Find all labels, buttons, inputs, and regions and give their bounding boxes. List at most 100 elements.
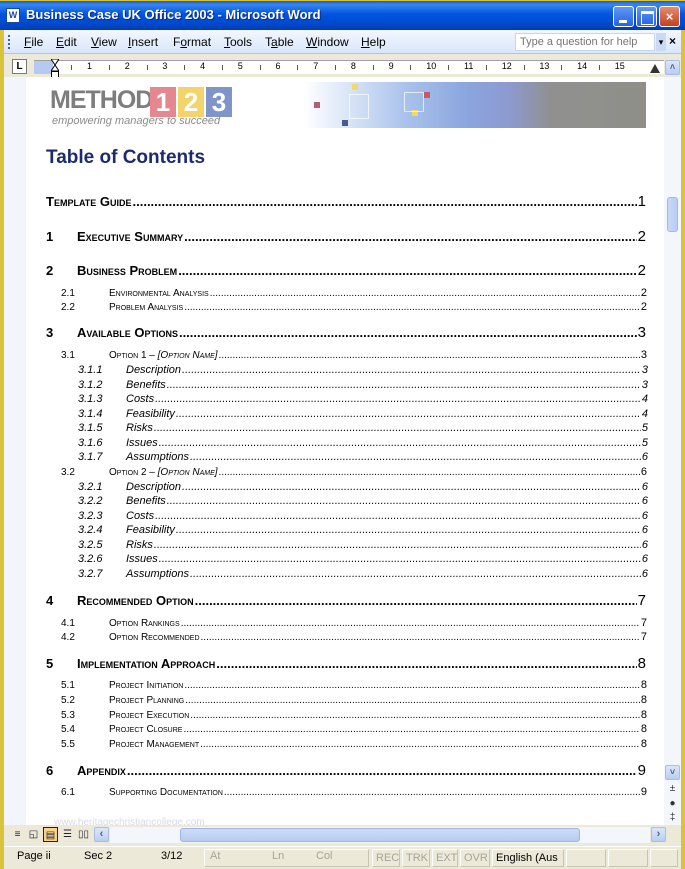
toc-entry[interactable]: 3.1.5 Risks 5 (78, 422, 648, 434)
indent-markers-icon[interactable] (51, 59, 59, 79)
minimize-button[interactable] (613, 6, 634, 27)
toc-entry[interactable]: 5.2 Project Planning 8 (61, 694, 647, 706)
toc-entry-label: Project Management (109, 739, 199, 750)
vertical-scroll-thumb[interactable] (667, 197, 678, 232)
toc-dot-leader (159, 553, 641, 565)
scroll-down-button[interactable]: ˅ (665, 765, 680, 780)
toc-entry[interactable]: 3.2 Option 2 – [Option Name] 6 (61, 466, 647, 478)
toc-entry[interactable]: 3.2.1 Description 6 (78, 481, 648, 493)
tab-selector-button[interactable]: L (12, 59, 27, 74)
toc-entry[interactable]: 3.1.4 Feasibility 4 (78, 408, 648, 420)
maximize-button[interactable] (636, 6, 657, 27)
toc-entry[interactable]: 3.2.4 Feasibility 6 (78, 524, 648, 536)
ruler-number: 6 (275, 61, 281, 71)
right-indent-marker-icon[interactable] (650, 64, 660, 73)
vertical-scrollbar[interactable]: ˄ ˅ ± ● ‡ (664, 60, 681, 826)
toc-entry-label-text: Costs (126, 510, 155, 522)
toc-entry[interactable]: 6 Appendix 9 (46, 762, 646, 779)
horizontal-ruler[interactable]: 1 2 3 4 5 6 7 8 9 10 11 12 13 14 15 (34, 59, 664, 78)
toc-entry[interactable]: 3.1.6 Issues 5 (78, 437, 648, 449)
toc-entry[interactable]: 3.2.3 Costs 6 (78, 510, 648, 522)
toc-entry[interactable]: 3.2.2 Benefits 6 (78, 495, 648, 507)
help-dropdown-arrow-icon[interactable]: ▾ (656, 33, 666, 51)
horizontal-scroll-track[interactable] (110, 827, 650, 843)
status-ovr[interactable]: OVR (460, 849, 490, 867)
scroll-left-button[interactable]: ‹ (94, 827, 109, 842)
scroll-right-button[interactable]: › (651, 827, 666, 842)
toc-entry[interactable]: 3 Available Options 3 (46, 324, 646, 341)
toc-entry[interactable]: Template Guide 1 (46, 193, 646, 210)
ruler-tick (259, 65, 261, 70)
help-search-input[interactable] (515, 33, 655, 51)
toc-entry[interactable]: 3.1.7 Assumptions 6 (78, 451, 648, 463)
menu-tools[interactable]: Tools (224, 35, 252, 49)
toc-entry[interactable]: 5.3 Project Execution 8 (61, 709, 647, 721)
menu-file[interactable]: File (24, 35, 43, 49)
title-bar[interactable]: W Business Case UK Office 2003 - Microso… (0, 0, 685, 30)
select-browse-object-icon[interactable]: ● (667, 798, 678, 812)
toc-entry[interactable]: 3.1.3 Costs 4 (78, 393, 648, 405)
toc-entry[interactable]: 2 Business Problem 2 (46, 262, 646, 279)
menu-format[interactable]: Format (173, 35, 211, 49)
toc-entry-label-text: Problem Analysis (109, 302, 184, 313)
document-area[interactable]: METHOD 1 2 3 empowering managers to succ… (4, 77, 664, 828)
menu-help[interactable]: Help (361, 35, 386, 49)
normal-view-icon: ≡ (14, 829, 21, 840)
toc-entry-label-text: Feasibility (126, 408, 175, 420)
toc-dot-leader (154, 422, 641, 434)
toc-entry[interactable]: 3.1.2 Benefits 3 (78, 379, 648, 391)
close-button[interactable]: × (659, 6, 680, 27)
toc-entry-number: 3.2.4 (78, 524, 103, 536)
menu-edit[interactable]: Edit (56, 35, 77, 49)
toc-entry-number: 2 (46, 263, 54, 278)
toc-entry-label-text: Project Closure (109, 724, 183, 735)
status-trk[interactable]: TRK (402, 849, 430, 867)
toc-dot-leader (210, 288, 640, 299)
scroll-up-button[interactable]: ˄ (665, 60, 680, 75)
toc-entry[interactable]: 6.1 Supporting Documentation 9 (61, 786, 647, 798)
toc-entry-label-text: Environmental Analysis (109, 288, 209, 299)
close-document-button[interactable]: × (669, 34, 676, 48)
normal-view-button[interactable]: ≡ (10, 827, 25, 842)
previous-page-icon[interactable]: ± (667, 783, 678, 797)
toc-entry[interactable]: 5 Implementation Approach 8 (46, 655, 646, 672)
ruler-number: 9 (388, 61, 394, 71)
toc-entry-label-text: Project Planning (109, 695, 185, 706)
resize-grip-icon[interactable] (650, 849, 678, 867)
word-app-icon[interactable]: W (6, 8, 20, 23)
toc-entry[interactable]: 1 Executive Summary 2 (46, 228, 646, 245)
toc-entry[interactable]: 4 Recommended Option 7 (46, 592, 646, 609)
toc-entry[interactable]: 3.2.7 Assumptions 6 (78, 568, 648, 580)
toc-entry-number: 3.2.2 (78, 495, 103, 507)
toc-entry[interactable]: 3.2.6 Issues 6 (78, 553, 648, 565)
toc-entry[interactable]: 5.1 Project Initiation 8 (61, 679, 647, 691)
outline-view-button[interactable]: ☰ (60, 827, 75, 842)
next-page-icon[interactable]: ‡ (667, 812, 678, 826)
toc-entry[interactable]: 3.1 Option 1 – [Option Name] 3 (61, 349, 647, 361)
toc-entry[interactable]: 4.2 Option Recommended 7 (61, 631, 647, 643)
ruler-tick (598, 65, 600, 70)
status-language[interactable]: English (Aus (492, 849, 564, 867)
toc-entry[interactable]: 5.5 Project Management 8 (61, 738, 647, 750)
toolbar-grip[interactable] (8, 35, 10, 49)
menu-table[interactable]: Table (265, 35, 294, 49)
toc-entry-label: Assumptions (126, 568, 189, 580)
menu-insert[interactable]: Insert (128, 35, 158, 49)
print-layout-view-button[interactable]: ▤ (43, 827, 58, 842)
menu-window[interactable]: Window (306, 35, 349, 49)
toc-entry[interactable]: 4.1 Option Rankings 7 (61, 617, 647, 629)
web-layout-view-button[interactable]: ◱ (26, 827, 41, 842)
menu-view[interactable]: View (91, 35, 117, 49)
toc-entry-label: Description (126, 364, 181, 376)
status-ext[interactable]: EXT (432, 849, 458, 867)
toc-entry[interactable]: 3.2.5 Risks 6 (78, 539, 648, 551)
toc-entry[interactable]: 3.1.1 Description 3 (78, 364, 648, 376)
ruler-number: 12 (501, 61, 512, 71)
toc-entry[interactable]: 2.2 Problem Analysis 2 (61, 301, 647, 313)
toc-entry[interactable]: 5.4 Project Closure 8 (61, 723, 647, 735)
toc-entry-number: 3.2 (61, 467, 75, 478)
horizontal-scroll-thumb[interactable] (180, 828, 580, 842)
status-rec[interactable]: REC (372, 849, 400, 867)
toc-entry[interactable]: 2.1 Environmental Analysis 2 (61, 287, 647, 299)
reading-layout-view-button[interactable]: ▯▯ (76, 827, 91, 842)
